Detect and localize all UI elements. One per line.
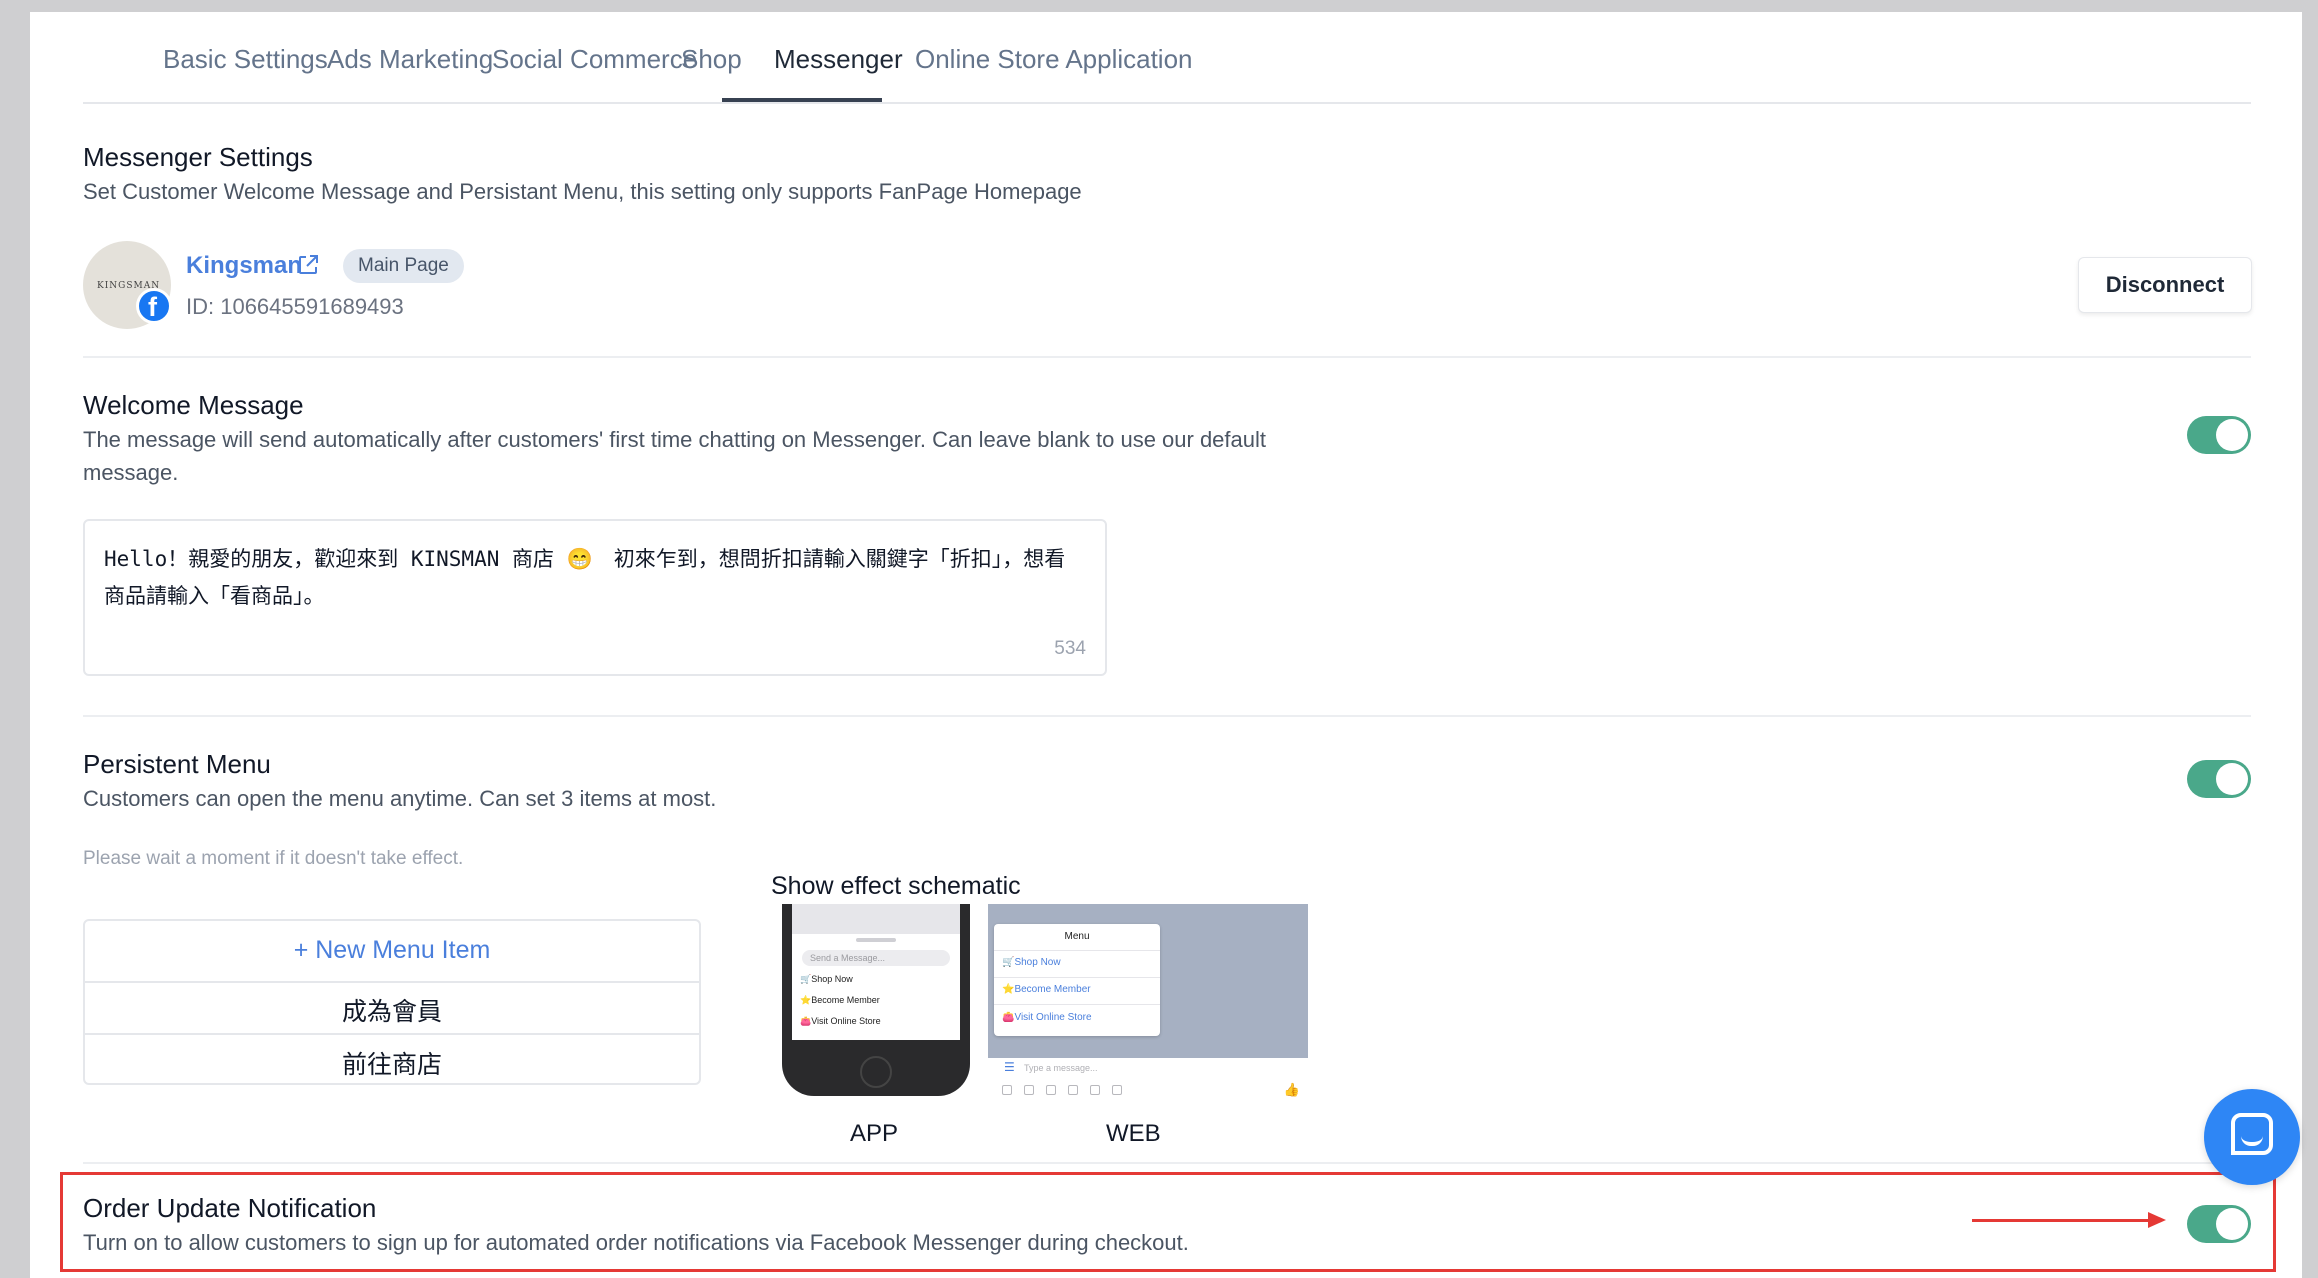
composer-icon <box>1090 1085 1100 1095</box>
tab-shop[interactable]: Shop <box>681 44 742 75</box>
schematic-title: Show effect schematic <box>771 872 1021 900</box>
app-preview-screen: Send a Message... 🛒Shop Now ⭐Become Memb… <box>792 904 960 1040</box>
divider <box>85 981 699 983</box>
menu-item-list: + New Menu Item 成為會員 前往商店 <box>83 919 701 1085</box>
persistent-menu-toggle[interactable] <box>2187 760 2251 798</box>
messenger-settings-desc: Set Customer Welcome Message and Persist… <box>83 179 1082 204</box>
app-preview-phone: Send a Message... 🛒Shop Now ⭐Become Memb… <box>782 904 970 1096</box>
persistent-menu-note: Please wait a moment if it doesn't take … <box>83 848 464 869</box>
chat-support-button[interactable] <box>2204 1089 2300 1185</box>
tab-messenger[interactable]: Messenger <box>774 44 903 75</box>
web-preview: Menu 🛒Shop Now ⭐Become Member 👛Visit Onl… <box>988 904 1308 1102</box>
character-count: 534 <box>1054 638 1086 659</box>
page-name-link[interactable]: Kingsman <box>186 252 302 280</box>
composer-icon <box>1002 1085 1012 1095</box>
web-preview-item: 🛒Shop Now <box>1002 957 1061 968</box>
tab-online-store-application[interactable]: Online Store Application <box>915 44 1193 75</box>
chat-bubble-icon <box>2231 1113 2273 1155</box>
app-preview-item: ⭐Become Member <box>800 995 880 1005</box>
tab-bar: Basic Settings Ads Marketing Social Comm… <box>83 12 2251 104</box>
settings-page: Basic Settings Ads Marketing Social Comm… <box>30 12 2302 1278</box>
tab-ads-marketing[interactable]: Ads Marketing <box>327 44 493 75</box>
welcome-message-text: Hello！親愛的朋友，歡迎來到 KINSMAN 商店 😁 初來乍到，想問折扣請… <box>104 547 1066 608</box>
web-preview-composer: Type a message... 👍 <box>988 1058 1308 1102</box>
thumbs-up-icon: 👍 <box>1283 1082 1300 1097</box>
composer-icon <box>1112 1085 1122 1095</box>
composer-icon <box>1046 1085 1056 1095</box>
highlight-box <box>60 1172 2276 1272</box>
tab-social-commerce[interactable]: Social Commerce <box>492 44 697 75</box>
annotation-arrow <box>1972 1219 2150 1222</box>
persistent-menu-title: Persistent Menu <box>83 749 271 779</box>
page-id: ID: 106645591689493 <box>186 294 404 319</box>
web-preview-item: 👛Visit Online Store <box>1002 1012 1092 1023</box>
app-preview-item: 🛒Shop Now <box>800 974 853 984</box>
divider <box>83 715 2251 717</box>
web-preview-menu-title: Menu <box>1064 931 1090 942</box>
home-button-icon <box>860 1056 892 1088</box>
arrow-head-icon <box>2148 1212 2166 1228</box>
web-preview-input: Type a message... <box>1024 1063 1098 1073</box>
messenger-settings-title: Messenger Settings <box>83 142 313 172</box>
divider <box>83 1162 2251 1164</box>
divider <box>85 1033 699 1035</box>
web-caption: WEB <box>1106 1120 1161 1147</box>
composer-icon <box>1024 1085 1034 1095</box>
welcome-message-desc: The message will send automatically afte… <box>83 427 1267 485</box>
web-preview-item: ⭐Become Member <box>1002 984 1091 995</box>
tab-basic-settings[interactable]: Basic Settings <box>163 44 328 75</box>
welcome-message-toggle[interactable] <box>2187 416 2251 454</box>
main-page-badge: Main Page <box>343 249 464 283</box>
persistent-menu-desc: Customers can open the menu anytime. Can… <box>83 786 717 811</box>
menu-item[interactable]: 成為會員 <box>85 992 699 1028</box>
disconnect-button[interactable]: Disconnect <box>2078 257 2252 313</box>
menu-lines-icon: ☰ <box>1004 1060 1015 1074</box>
app-preview-input: Send a Message... <box>802 950 950 966</box>
active-tab-indicator <box>722 98 882 102</box>
composer-icon <box>1068 1085 1078 1095</box>
web-preview-menu: Menu 🛒Shop Now ⭐Become Member 👛Visit Onl… <box>994 924 1160 1036</box>
facebook-icon: f <box>136 288 172 324</box>
app-caption: APP <box>850 1120 899 1147</box>
menu-item[interactable]: 前往商店 <box>85 1045 699 1081</box>
divider <box>83 356 2251 358</box>
welcome-message-title: Welcome Message <box>83 390 304 420</box>
external-link-icon[interactable] <box>296 253 320 277</box>
new-menu-item-button[interactable]: + New Menu Item <box>85 936 699 965</box>
welcome-message-textarea[interactable]: Hello！親愛的朋友，歡迎來到 KINSMAN 商店 😁 初來乍到，想問折扣請… <box>83 519 1107 676</box>
app-preview-item: 👛Visit Online Store <box>800 1016 881 1026</box>
